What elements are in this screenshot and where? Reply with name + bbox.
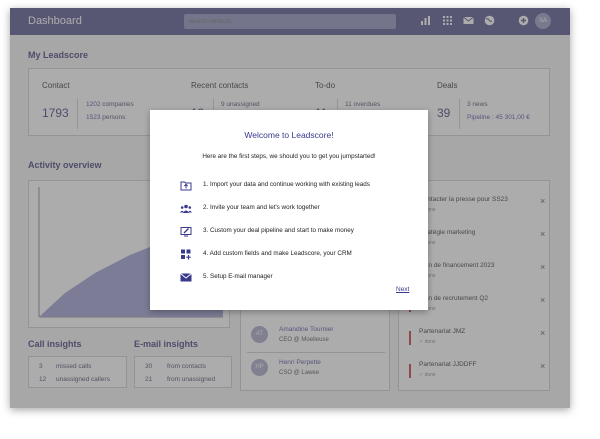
app-window: Dashboard SA My Leadscore Contact 1793 1…: [10, 8, 570, 408]
modal-subtitle: Here are the first steps, we should you …: [202, 153, 376, 160]
team-icon: [180, 204, 192, 213]
step-text: 3. Custom your deal pipeline and start t…: [203, 227, 354, 234]
welcome-modal: Welcome to Leadscore! Here are the first…: [150, 110, 428, 310]
step-text: 5. Setup E-mail manager: [203, 273, 273, 280]
step-text: 4. Add custom fields and make Leadscore,…: [203, 250, 352, 257]
add-widget-icon: [181, 249, 191, 260]
upload-folder-icon: [180, 181, 192, 191]
pipeline-edit-icon: [180, 227, 192, 237]
next-button[interactable]: Next: [396, 286, 409, 293]
mail-icon: [180, 273, 192, 282]
modal-title: Welcome to Leadscore!: [244, 130, 334, 140]
step-text: 2. Invite your team and let's work toget…: [203, 204, 320, 211]
step-text: 1. Import your data and continue working…: [203, 181, 370, 188]
